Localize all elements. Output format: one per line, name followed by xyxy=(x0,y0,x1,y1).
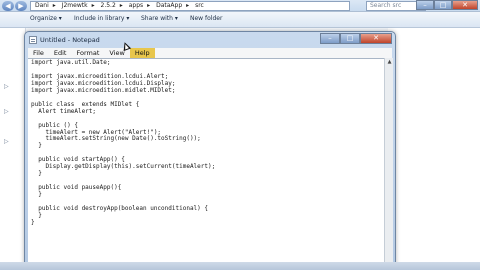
close-button[interactable]: ✕ xyxy=(360,33,392,44)
expand-arrow-icon[interactable]: ▷ xyxy=(4,108,9,115)
code-line: } xyxy=(31,142,42,150)
code-line: public void destroyApp(boolean unconditi… xyxy=(31,205,209,213)
menu-file[interactable]: File xyxy=(28,48,49,58)
expand-arrow-icon[interactable]: ▷ xyxy=(4,138,9,145)
code-line: } xyxy=(31,170,42,178)
code-line: Display.getDisplay(this).setCurrent(time… xyxy=(31,163,216,171)
include-in-library-button[interactable]: Include in library ▾ xyxy=(74,15,129,22)
code-line: import java.util.Date; xyxy=(31,59,111,66)
address-input[interactable]: Dani ▸ J2mewtk ▸ 2.5.2 ▸ apps ▸ DataApp ▸ src xyxy=(30,1,350,11)
code-line: import javax.microedition.midlet.MIDlet; xyxy=(31,86,176,94)
breadcrumb-item[interactable]: 2.5.2 xyxy=(101,2,116,9)
navigation-pane[interactable]: ▷ ▷ ▷ xyxy=(0,28,26,270)
breadcrumb-item[interactable]: src xyxy=(195,2,204,9)
code-line: timeAlert.setString(new Date().toString(… xyxy=(31,135,201,143)
organize-button[interactable]: Organize ▾ xyxy=(30,15,62,22)
expand-arrow-icon[interactable]: ▷ xyxy=(4,83,9,90)
share-with-button[interactable]: Share with ▾ xyxy=(141,15,178,22)
explorer-toolbar: Organize ▾ Include in library ▾ Share wi… xyxy=(0,12,480,28)
close-button[interactable]: ✕ xyxy=(452,0,478,10)
window-title: Untitled - Notepad xyxy=(40,36,100,44)
forward-icon[interactable]: ▶ xyxy=(15,1,27,11)
back-icon[interactable]: ◀ xyxy=(2,1,14,11)
menu-help[interactable]: Help xyxy=(129,48,155,58)
explorer-address-bar: ◀ ▶ Dani ▸ J2mewtk ▸ 2.5.2 ▸ apps ▸ DataApp ▸… xyxy=(0,0,480,12)
code-line: } xyxy=(31,191,42,199)
scroll-up-icon[interactable]: ▲ xyxy=(386,59,393,66)
file-list-pane[interactable] xyxy=(388,28,480,270)
notepad-window-controls: – □ ✕ xyxy=(320,33,392,44)
notepad-title-bar[interactable]: Untitled - Notepad xyxy=(29,35,269,45)
code-line: } xyxy=(31,211,42,219)
notepad-icon xyxy=(29,36,37,44)
code-text: import java.util.Date; import javax.micr… xyxy=(31,59,216,227)
breadcrumb-item[interactable]: DataApp xyxy=(156,2,182,9)
menu-edit[interactable]: Edit xyxy=(49,48,72,58)
vertical-scrollbar[interactable]: ▲ ▼ xyxy=(384,58,393,270)
code-line: } xyxy=(31,218,35,226)
new-folder-button[interactable]: New folder xyxy=(190,15,222,22)
code-line: Alert timeAlert; xyxy=(31,107,97,115)
notepad-window: Untitled - Notepad – □ ✕ File Edit Forma… xyxy=(24,31,396,270)
breadcrumb-item[interactable]: apps xyxy=(129,2,143,9)
explorer-window-controls: – □ ✕ xyxy=(416,0,478,10)
menu-bar: File Edit Format View Help xyxy=(28,48,392,58)
taskbar xyxy=(0,262,480,270)
maximize-button[interactable]: □ xyxy=(340,33,360,44)
breadcrumb-item[interactable]: J2mewtk xyxy=(62,2,88,9)
code-line: public void pauseApp(){ xyxy=(31,184,122,192)
maximize-button[interactable]: □ xyxy=(434,0,452,10)
breadcrumb-item[interactable]: Dani xyxy=(35,2,49,9)
menu-format[interactable]: Format xyxy=(71,48,104,58)
minimize-button[interactable]: – xyxy=(416,0,434,10)
minimize-button[interactable]: – xyxy=(320,33,340,44)
text-editor[interactable]: import java.util.Date; import javax.micr… xyxy=(28,58,384,270)
